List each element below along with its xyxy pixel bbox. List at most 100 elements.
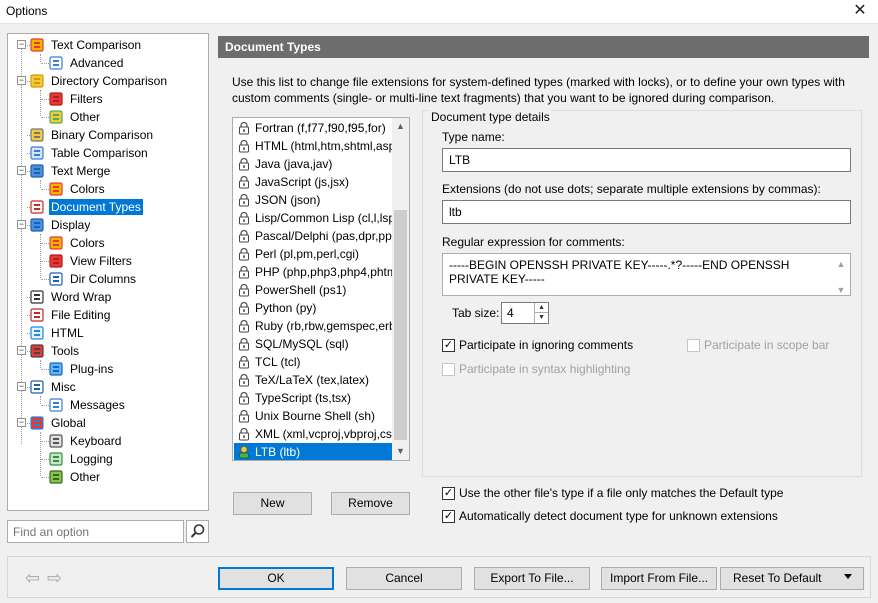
tree-item-dir-columns[interactable]: Dir Columns xyxy=(48,270,138,288)
tree-item-misc[interactable]: Misc xyxy=(29,378,78,396)
tree-item-word-wrap[interactable]: Word Wrap xyxy=(29,288,113,306)
tree-item-directory-comparison[interactable]: Directory Comparison xyxy=(29,72,169,90)
tree-item-filters[interactable]: Filters xyxy=(48,90,105,108)
checkbox-box xyxy=(687,338,700,352)
stepper-down-icon[interactable]: ▼ xyxy=(534,313,548,323)
document-type-item[interactable]: Python (py) xyxy=(234,299,393,317)
new-button[interactable]: New xyxy=(233,492,312,515)
document-type-item[interactable]: Pascal/Delphi (pas,dpr,pp,l xyxy=(234,227,393,245)
tree-item-advanced[interactable]: Advanced xyxy=(48,54,125,72)
tree-line xyxy=(40,432,41,476)
lock-icon xyxy=(239,319,249,333)
tree-item-label: HTML xyxy=(51,326,84,340)
options-tree[interactable]: − Text Comparison Advanced − Directory Compa… xyxy=(7,33,209,511)
cancel-button[interactable]: Cancel xyxy=(346,567,462,590)
tree-item-messages[interactable]: Messages xyxy=(48,396,127,414)
remove-button[interactable]: Remove xyxy=(331,492,410,515)
document-type-item[interactable]: Fortran (f,f77,f90,f95,for) xyxy=(234,119,393,137)
tree-item-file-editing[interactable]: File Editing xyxy=(29,306,112,324)
extensions-field[interactable]: ltb xyxy=(442,200,851,224)
tree-item-tools[interactable]: Tools xyxy=(29,342,81,360)
tree-item-text-comparison[interactable]: Text Comparison xyxy=(29,36,143,54)
checkbox-box[interactable]: ✓ xyxy=(442,486,455,500)
document-type-item[interactable]: JSON (json) xyxy=(234,191,393,209)
tree-item-view-filters[interactable]: View Filters xyxy=(48,252,134,270)
expander-icon[interactable]: − xyxy=(17,166,26,175)
close-icon[interactable]: ✕ xyxy=(850,1,870,21)
title-bar: Options ✕ xyxy=(0,0,878,24)
participate-ignoring-checkbox[interactable]: ✓ Participate in ignoring comments xyxy=(442,338,633,352)
tree-item-document-types[interactable]: Document Types xyxy=(29,198,143,216)
scroll-thumb[interactable] xyxy=(394,210,407,440)
regex-field[interactable]: -----BEGIN OPENSSH PRIVATE KEY-----.*?--… xyxy=(442,253,851,296)
expander-icon[interactable]: − xyxy=(17,76,26,85)
textarea-scroll-down-icon[interactable]: ▼ xyxy=(836,283,846,295)
list-scrollbar[interactable]: ▲ ▼ xyxy=(392,118,409,460)
tree-item-label: Misc xyxy=(51,380,76,394)
tree-item-label: Table Comparison xyxy=(51,146,148,160)
tree-item-keyboard[interactable]: Keyboard xyxy=(48,432,123,450)
panel-description: Use this list to change file extensions … xyxy=(232,75,845,105)
search-button[interactable] xyxy=(186,520,209,543)
checkbox-box[interactable]: ✓ xyxy=(442,509,455,523)
document-type-item[interactable]: TeX/LaTeX (tex,latex) xyxy=(234,371,393,389)
expander-icon[interactable]: − xyxy=(17,418,26,427)
ok-button[interactable]: OK xyxy=(218,567,334,590)
auto-detect-checkbox[interactable]: ✓ Automatically detect document type for… xyxy=(442,509,778,523)
tree-item-label: Word Wrap xyxy=(51,290,112,304)
stepper-up-icon[interactable]: ▲ xyxy=(534,303,548,313)
tab-size-stepper[interactable]: 4 ▲ ▼ xyxy=(501,302,549,324)
scroll-down-icon[interactable]: ▼ xyxy=(396,447,405,456)
document-type-item[interactable]: PHP (php,php3,php4,phtm xyxy=(234,263,393,281)
document-type-item[interactable]: Perl (pl,pm,perl,cgi) xyxy=(234,245,393,263)
document-type-label: JavaScript (js,jsx) xyxy=(255,175,350,189)
document-type-item[interactable]: PowerShell (ps1) xyxy=(234,281,393,299)
tree-item-text-merge[interactable]: Text Merge xyxy=(29,162,112,180)
tree-item-html[interactable]: HTML xyxy=(29,324,86,342)
back-arrow-icon[interactable]: ⇦ xyxy=(25,569,40,587)
tree-item-global[interactable]: Global xyxy=(29,414,88,432)
document-type-item[interactable]: Java (java,jav) xyxy=(234,155,393,173)
expander-icon[interactable]: − xyxy=(17,382,26,391)
tree-item-display[interactable]: Display xyxy=(29,216,92,234)
expander-icon[interactable]: − xyxy=(17,346,26,355)
document-type-item[interactable]: SQL/MySQL (sql) xyxy=(234,335,393,353)
tree-item-other[interactable]: Other xyxy=(48,108,102,126)
forward-arrow-icon[interactable]: ⇨ xyxy=(47,569,62,587)
tree-line xyxy=(40,396,41,404)
document-type-item[interactable]: JavaScript (js,jsx) xyxy=(234,173,393,191)
export-button[interactable]: Export To File... xyxy=(474,567,590,590)
tree-item-label: Directory Comparison xyxy=(51,74,168,88)
tree-item-colors[interactable]: Colors xyxy=(48,234,107,252)
use-other-type-checkbox[interactable]: ✓ Use the other file's type if a file on… xyxy=(442,486,783,500)
expander-icon[interactable]: − xyxy=(17,40,26,49)
scroll-up-icon[interactable]: ▲ xyxy=(396,122,405,131)
type-name-field[interactable]: LTB xyxy=(442,148,851,172)
tree-item-other[interactable]: Other xyxy=(48,468,102,486)
import-button[interactable]: Import From File... xyxy=(601,567,717,590)
document-type-item[interactable]: TypeScript (ts,tsx) xyxy=(234,389,393,407)
document-type-label: LTB (ltb) xyxy=(255,445,301,459)
checkbox-box[interactable]: ✓ xyxy=(442,338,455,352)
tree-item-plug-ins[interactable]: Plug-ins xyxy=(48,360,115,378)
participate-syntax-checkbox: Participate in syntax highlighting xyxy=(442,362,630,376)
search-input[interactable] xyxy=(7,520,184,543)
lock-icon xyxy=(239,157,249,171)
expander-icon[interactable]: − xyxy=(17,220,26,229)
document-type-item[interactable]: HTML (html,htm,shtml,asp xyxy=(234,137,393,155)
document-type-item[interactable]: Unix Bourne Shell (sh) xyxy=(234,407,393,425)
document-type-item[interactable]: Lisp/Common Lisp (cl,l,lsp xyxy=(234,209,393,227)
tree-item-binary-comparison[interactable]: Binary Comparison xyxy=(29,126,155,144)
tree-item-table-comparison[interactable]: Table Comparison xyxy=(29,144,150,162)
tree-item-colors[interactable]: Colors xyxy=(48,180,107,198)
reset-button[interactable]: Reset To Default xyxy=(720,567,864,590)
document-type-item[interactable]: XML (xml,vcproj,vbproj,csp xyxy=(234,425,393,443)
dropdown-arrow-icon[interactable] xyxy=(844,574,852,579)
document-type-list[interactable]: LTB (ltb) XML (xml,vcproj,vbproj,csp Unix … xyxy=(232,117,410,461)
document-type-item[interactable]: LTB (ltb) xyxy=(234,443,393,460)
document-type-item[interactable]: Ruby (rb,rbw,gemspec,erb, xyxy=(234,317,393,335)
textarea-scroll-up-icon[interactable]: ▲ xyxy=(836,257,846,271)
document-type-item[interactable]: TCL (tcl) xyxy=(234,353,393,371)
tree-item-label: Binary Comparison xyxy=(51,128,154,142)
tree-item-logging[interactable]: Logging xyxy=(48,450,115,468)
